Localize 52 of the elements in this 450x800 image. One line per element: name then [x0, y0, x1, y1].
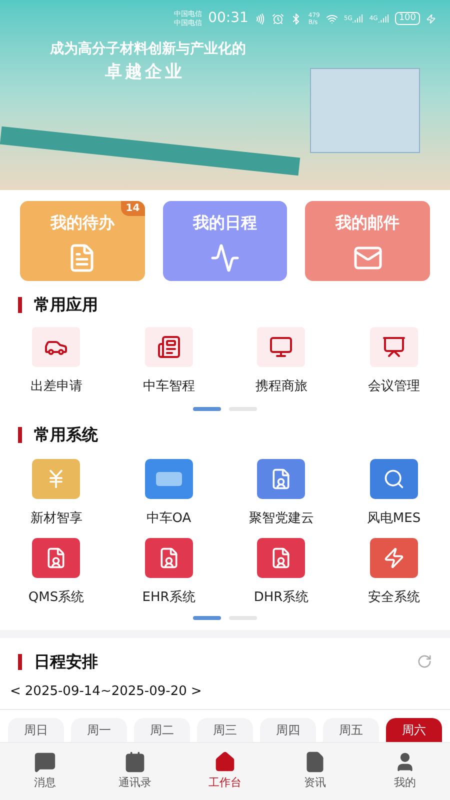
weekday-tab[interactable]: 周二	[134, 718, 190, 742]
next-week-button[interactable]: >	[190, 682, 202, 701]
app-label[interactable]: 聚智党建云	[248, 508, 314, 528]
app-label[interactable]: 中车OA	[146, 508, 192, 528]
presentation-icon[interactable]	[370, 327, 418, 367]
app-label[interactable]: 会议管理	[368, 377, 420, 396]
app-label[interactable]: 安全系统	[368, 588, 420, 608]
banner-slogan: 卓越企业	[105, 61, 185, 84]
weekday-tab[interactable]: 周日	[8, 718, 64, 742]
date-range: 2025-09-14~2025-09-20	[24, 682, 187, 700]
app-label[interactable]: 出差申请	[30, 377, 82, 396]
weekday-tab[interactable]: 周一	[71, 718, 127, 742]
section-title: 日程安排	[34, 650, 98, 672]
wifi-icon	[326, 12, 338, 24]
weekday-tab[interactable]: 周四	[260, 718, 316, 742]
nfc-icon	[254, 12, 266, 24]
app-label[interactable]: EHR系统	[142, 588, 196, 608]
app-label[interactable]: 风电MES	[366, 508, 421, 528]
search-app-icon[interactable]	[370, 458, 418, 498]
nav-tab[interactable]: 工作台	[180, 743, 270, 800]
document-icon	[304, 751, 326, 774]
nav-tab[interactable]: 资讯	[270, 743, 360, 800]
app-label[interactable]: QMS系统	[28, 588, 84, 608]
count-badge: 14	[120, 201, 145, 216]
alarm-icon	[272, 12, 284, 24]
status-time: 00:31	[208, 9, 248, 28]
refresh-icon[interactable]	[417, 654, 432, 669]
weekday-tab[interactable]: 周六	[386, 718, 442, 742]
weekday-tab[interactable]: 周三	[197, 718, 253, 742]
car-icon[interactable]	[32, 327, 80, 367]
monitor-icon[interactable]	[257, 327, 306, 367]
chat-bubble-icon	[34, 751, 56, 774]
house-icon	[214, 751, 236, 774]
charging-icon	[426, 14, 436, 24]
section-title: 常用系统	[34, 424, 98, 446]
app-label[interactable]: 中车智程	[142, 377, 195, 396]
section-title: 常用应用	[34, 294, 98, 316]
doc-app-icon[interactable]	[257, 538, 306, 578]
weekday-tab[interactable]: 周五	[323, 718, 379, 742]
chart-icon	[210, 243, 240, 273]
doc-app-icon[interactable]	[32, 538, 80, 578]
battery-level: 100	[394, 12, 420, 25]
app-label[interactable]: 新材智享	[30, 508, 82, 528]
nav-tab[interactable]: 消息	[0, 743, 90, 800]
previous-week-button[interactable]: <	[10, 682, 21, 701]
banner-slogan: 成为高分子材料创新与产业化的	[50, 40, 246, 59]
nav-tab[interactable]: 我的	[360, 743, 450, 800]
app-label[interactable]: DHR系统	[254, 588, 309, 608]
app-label[interactable]: 携程商旅	[255, 377, 308, 396]
signal-icon	[352, 13, 364, 24]
nav-tab[interactable]: 通讯录	[90, 743, 180, 800]
doc-app-icon[interactable]	[144, 538, 193, 578]
